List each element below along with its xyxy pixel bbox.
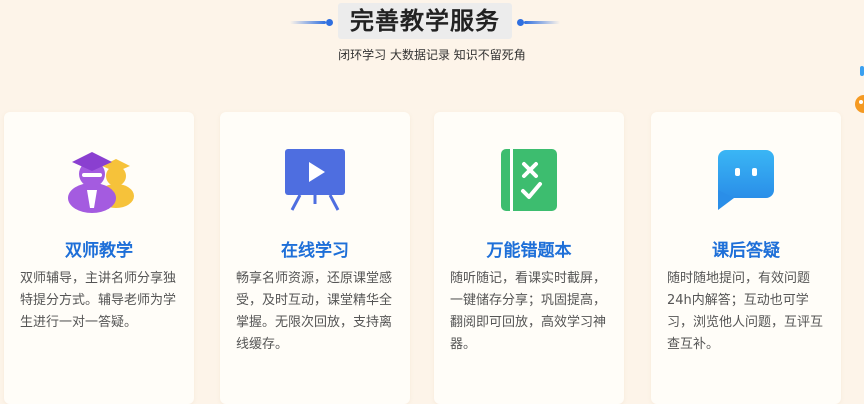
title-dot-left <box>326 19 333 26</box>
feature-card-dual-teacher: 双师教学 双师辅导，主讲名师分享独特提分方式。辅导老师为学生进行一对一答疑。 <box>4 112 194 404</box>
card-title: 万能错题本 <box>486 241 572 261</box>
feature-card-online-learning: 在线学习 畅享名师资源，还原课堂感受，及时互动，课堂精华全掌握。无限次回放，支持… <box>220 112 410 404</box>
card-description: 随听随记，看课实时截屏，一键储存分享；巩固提高，翻阅即可回放，高效学习神器。 <box>450 271 607 352</box>
dual-teacher-icon <box>54 146 144 216</box>
feature-card-after-class-qa: 课后答疑 随时随地提问，有效问题24h内解答；互动也可学习，浏览他人问题，互评互… <box>651 112 841 404</box>
section-subtitle: 闭环学习 大数据记录 知识不留死角 <box>338 48 526 62</box>
title-line-right <box>524 21 560 24</box>
card-title: 双师教学 <box>65 241 133 261</box>
card-description: 随时随地提问，有效问题24h内解答；互动也可学习，浏览他人问题，互评互查互补。 <box>667 271 824 352</box>
section-title: 完善教学服务 <box>350 7 500 35</box>
presentation-play-icon <box>270 146 360 216</box>
chat-bubble-icon <box>701 146 791 216</box>
card-description: 双师辅导，主讲名师分享独特提分方式。辅导老师为学生进行一对一答疑。 <box>20 271 177 330</box>
title-line-left <box>290 21 326 24</box>
card-description: 畅享名师资源，还原课堂感受，及时互动，课堂精华全掌握。无限次回放，支持离线缓存。 <box>236 271 393 352</box>
section-header: 完善教学服务 闭环学习 大数据记录 知识不留死角 <box>0 0 864 70</box>
floating-service-widget[interactable] <box>852 62 864 122</box>
card-title: 课后答疑 <box>712 241 780 261</box>
feature-card-error-notebook: 万能错题本 随听随记，看课实时截屏，一键储存分享；巩固提高，翻阅即可回放，高效学… <box>434 112 624 404</box>
card-title: 在线学习 <box>281 241 349 261</box>
title-dot-right <box>517 19 524 26</box>
error-notebook-icon <box>484 146 574 216</box>
title-decoration: 完善教学服务 <box>290 3 560 39</box>
